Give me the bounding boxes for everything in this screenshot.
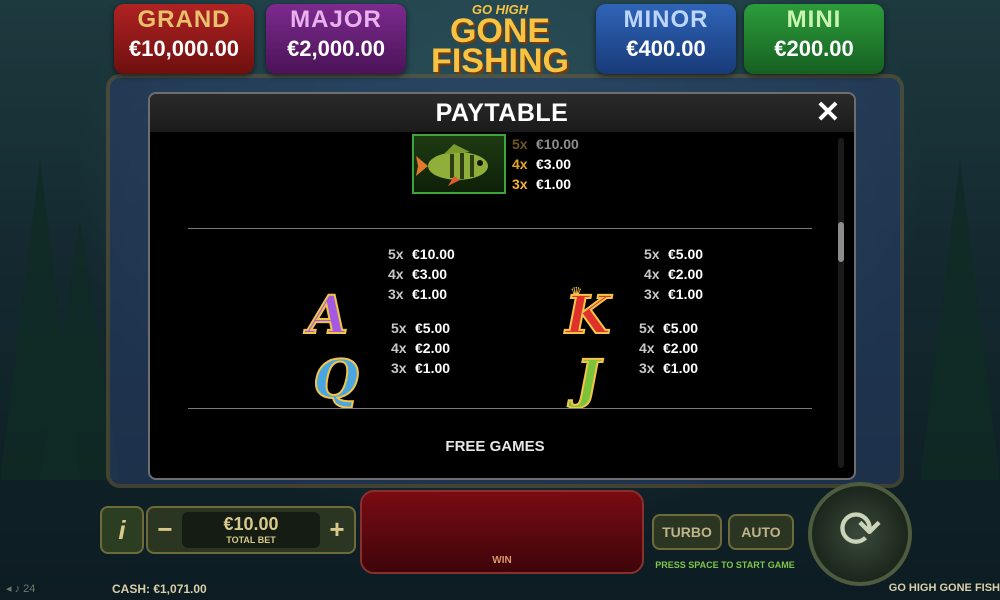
cash-balance: CASH: €1,071.00 [112,582,207,596]
pay-count: 4x [388,266,404,282]
jackpot-grand: GRAND €10,000.00 [114,4,254,74]
k-pay-3x: 3x €1.00 [644,284,703,304]
pay-count: 5x [512,136,528,152]
close-icon[interactable]: ✕ [812,97,844,129]
pay-count: 4x [512,156,528,172]
divider-bottom [188,408,812,409]
symbol-k-icon: K [564,285,611,347]
fish-pay-5x: 5x €10.00 [512,134,579,154]
pay-amount: €5.00 [415,320,451,336]
spin-arrows-icon: ⟳ [838,501,882,559]
pay-amount: €5.00 [663,320,699,336]
jackpot-mini: MINI €200.00 [744,4,884,74]
total-bet-label: TOTAL BET [226,535,276,545]
perch-fish-symbol [412,134,506,194]
symbol-a-icon: A [307,285,349,347]
pay-amount: €1.00 [668,286,704,302]
fish-pay-4x: 4x €3.00 [512,154,571,174]
pay-amount: €2.00 [663,340,699,356]
pay-count: 5x [639,320,655,336]
pay-count: 3x [388,286,404,302]
win-label: WIN [492,555,512,566]
free-games-heading: FREE GAMES [445,438,545,455]
jackpot-grand-name: GRAND [137,6,231,33]
modal-header: PAYTABLE ✕ [150,94,854,132]
divider-top [188,228,812,229]
symbol-q-icon: Q [312,349,359,411]
bet-control: − €10.00 TOTAL BET + [146,506,356,554]
spin-button[interactable]: ⟳ [808,482,912,586]
game-logo: GO HIGH GONE FISHING [416,3,584,84]
pay-amount: €3.00 [536,156,572,172]
pay-count: 5x [391,320,407,336]
game-title-footer: GO HIGH GONE FISH [888,582,1000,594]
system-icons: ◂ ♪ 24 [6,583,36,595]
pay-amount: €2.00 [415,340,451,356]
auto-button[interactable]: AUTO [728,514,794,550]
k-pay-5x: 5x €5.00 [644,244,703,264]
q-pay-5x: 5x €5.00 [391,318,450,338]
pay-count: 5x [388,246,404,262]
fish-pay-3x: 3x €1.00 [512,174,571,194]
a-pay-3x: 3x €1.00 [388,284,447,304]
a-pay-4x: 4x €3.00 [388,264,447,284]
logo-line-3: FISHING [431,42,569,81]
pine-tree-right [920,160,1000,480]
pay-count: 3x [644,286,660,302]
bet-decrease-button[interactable]: − [152,514,178,544]
pay-amount: €3.00 [412,266,448,282]
pay-count: 4x [639,340,655,356]
press-space-hint: PRESS SPACE TO START GAME [655,560,795,570]
pay-amount: €1.00 [415,360,451,376]
turbo-button[interactable]: TURBO [652,514,722,550]
win-display: WIN [360,490,644,574]
pay-amount: €1.00 [536,176,572,192]
paytable-scrollbar[interactable] [838,138,844,468]
pay-amount: €10.00 [536,136,579,152]
j-pay-5x: 5x €5.00 [639,318,698,338]
pay-amount: €1.00 [663,360,699,376]
info-button[interactable]: i [100,506,144,554]
jackpot-grand-value: €10,000.00 [128,36,240,61]
pay-amount: €2.00 [668,266,704,282]
total-bet-value: €10.00 [223,514,279,534]
jackpot-mini-value: €200.00 [774,36,854,61]
pay-count: 4x [391,340,407,356]
pay-count: 5x [644,246,660,262]
jackpot-major-value: €2,000.00 [287,36,385,61]
jackpot-mini-name: MINI [786,6,842,33]
pay-amount: €5.00 [668,246,704,262]
pay-count: 3x [391,360,407,376]
jackpot-minor-name: MINOR [623,6,709,33]
perch-fish-icon [416,144,488,186]
a-pay-5x: 5x €10.00 [388,244,455,264]
pay-amount: €1.00 [412,286,448,302]
symbol-j-icon: J [575,349,602,411]
j-pay-4x: 4x €2.00 [639,338,698,358]
pay-count: 3x [512,176,528,192]
pay-amount: €10.00 [412,246,455,262]
modal-title: PAYTABLE [435,99,569,127]
j-pay-3x: 3x €1.00 [639,358,698,378]
k-pay-4x: 4x €2.00 [644,264,703,284]
q-pay-4x: 4x €2.00 [391,338,450,358]
q-pay-3x: 3x €1.00 [391,358,450,378]
paytable-modal: PAYTABLE ✕ 5x €10.00 4x €3.00 3x €1.00 A… [148,92,856,480]
jackpot-minor: MINOR €400.00 [596,4,736,74]
bet-increase-button[interactable]: + [324,514,350,544]
jackpot-minor-value: €400.00 [626,36,706,61]
total-bet-display: €10.00 TOTAL BET [182,512,320,548]
jackpot-major: MAJOR €2,000.00 [266,4,406,74]
pay-count: 4x [644,266,660,282]
scrollbar-thumb[interactable] [838,222,844,262]
jackpot-major-name: MAJOR [290,6,382,33]
paytable-content: 5x €10.00 4x €3.00 3x €1.00 A 5x €10.00 4x €3… [150,132,840,478]
pay-count: 3x [639,360,655,376]
